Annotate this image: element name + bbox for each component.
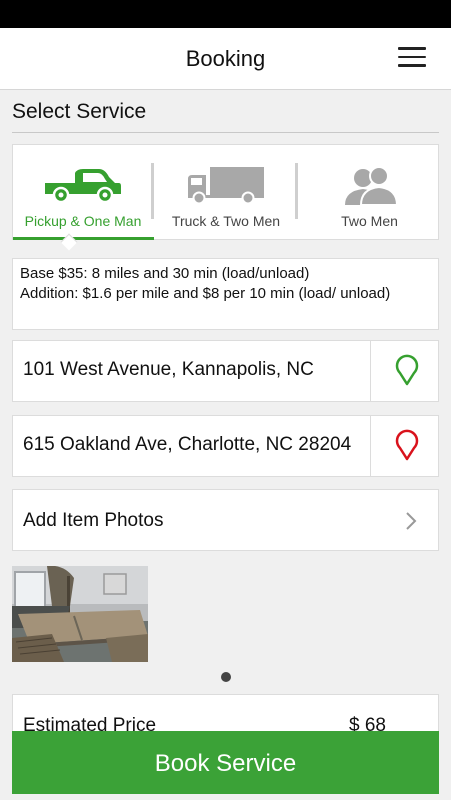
pricing-addition: Addition: $1.6 per mile and $8 per 10 mi…	[20, 285, 391, 302]
service-option-truck-two-men[interactable]: Truck & Two Men	[155, 145, 297, 240]
dropoff-address[interactable]: 615 Oakland Ave, Charlotte, NC 28204	[23, 434, 363, 456]
status-bar	[0, 0, 451, 28]
box-truck-icon	[188, 167, 264, 205]
item-photo-thumbnail[interactable]	[12, 566, 148, 662]
pager-dot	[221, 672, 231, 682]
section-divider	[12, 132, 439, 133]
add-photos-label: Add Item Photos	[23, 510, 164, 531]
service-separator	[295, 163, 298, 219]
two-people-icon	[344, 167, 398, 206]
divider	[370, 416, 371, 476]
selected-service-indicator	[13, 237, 154, 240]
service-option-two-men[interactable]: Two Men	[299, 145, 440, 240]
service-label: Two Men	[341, 213, 398, 229]
pricing-base: Base $35: 8 miles and 30 min (load/unloa…	[20, 265, 310, 282]
dropoff-address-row[interactable]: 615 Oakland Ave, Charlotte, NC 28204	[12, 415, 439, 477]
pickup-address[interactable]: 101 West Avenue, Kannapolis, NC	[23, 359, 363, 381]
map-pin-icon[interactable]	[395, 429, 419, 463]
pickup-address-row[interactable]: 101 West Avenue, Kannapolis, NC	[12, 340, 439, 402]
service-label: Pickup & One Man	[24, 213, 142, 229]
service-label: Truck & Two Men	[171, 213, 281, 229]
map-pin-icon[interactable]	[395, 354, 419, 388]
hamburger-menu-icon[interactable]	[398, 47, 426, 71]
add-item-photos-button[interactable]: Add Item Photos	[12, 489, 439, 551]
pricing-info: Base $35: 8 miles and 30 min (load/unloa…	[12, 258, 439, 330]
page-title: Booking	[185, 46, 266, 71]
section-title: Select Service	[12, 100, 147, 123]
service-separator	[151, 163, 154, 219]
book-service-button[interactable]: Book Service	[12, 731, 439, 794]
pickup-truck-icon	[45, 169, 121, 203]
divider	[370, 341, 371, 401]
service-selector: Pickup & One Man Truck & Two Men Two Men	[12, 144, 439, 240]
service-option-pickup-one-man[interactable]: Pickup & One Man	[13, 145, 153, 240]
chevron-right-icon	[406, 512, 417, 530]
nav-bar: Booking	[0, 28, 451, 90]
